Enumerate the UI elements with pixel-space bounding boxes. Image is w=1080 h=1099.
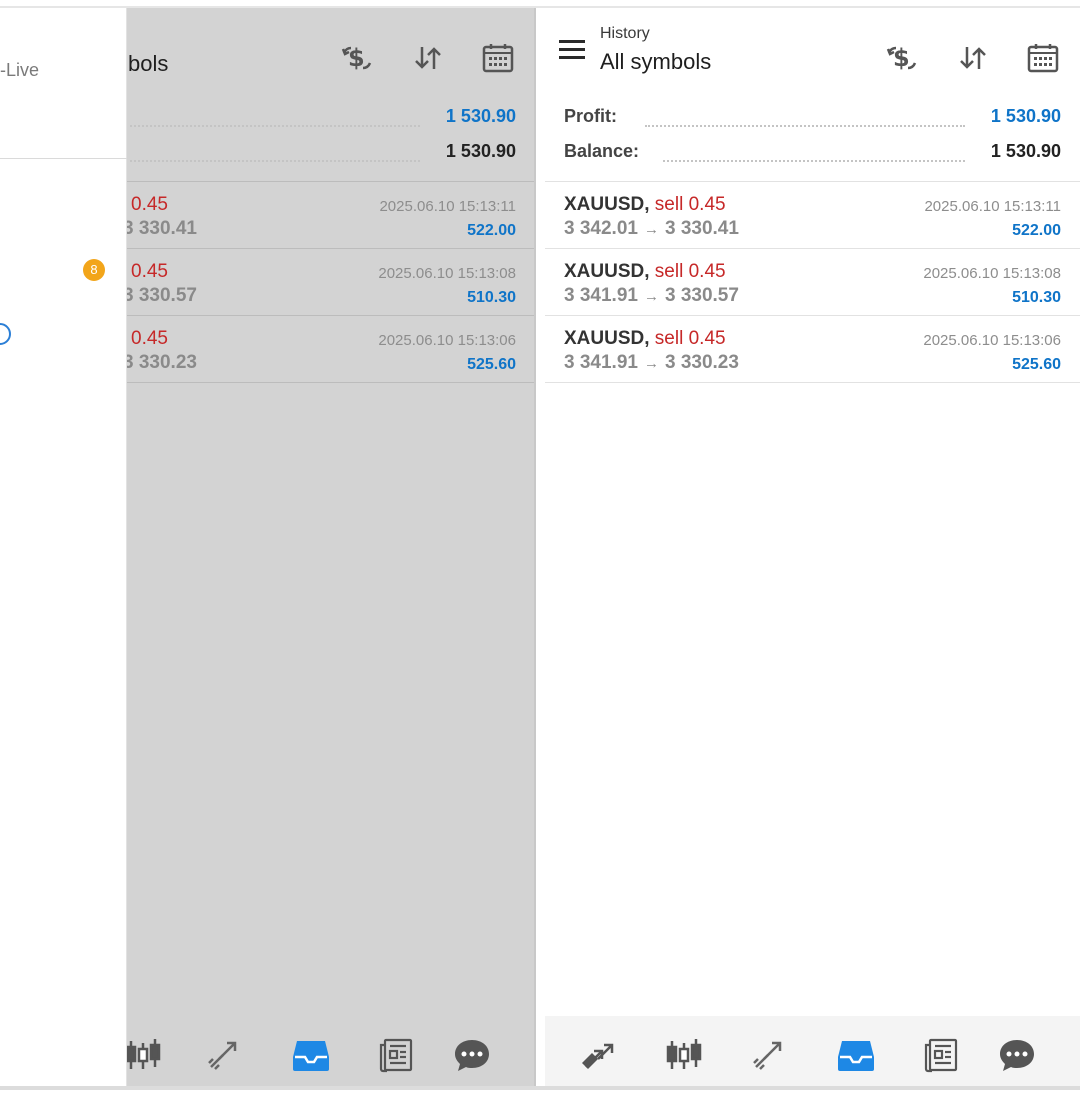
calendar-icon[interactable]: [1023, 38, 1063, 78]
list-divider: [545, 382, 1080, 383]
chat-icon[interactable]: [986, 1024, 1048, 1086]
profit-row: Profit: 1 530.90: [545, 106, 1080, 136]
notification-badge: 8: [83, 259, 105, 281]
deal-symbol: XAUUSD,: [564, 194, 650, 215]
profit-value: 1 530.90: [445, 106, 516, 126]
deal-open-price: 3 341.91: [564, 285, 638, 306]
info-icon[interactable]: [0, 323, 11, 345]
deal-symbol: XAUUSD,: [564, 328, 650, 349]
calendar-icon[interactable]: [478, 38, 518, 78]
news-icon[interactable]: [366, 1024, 428, 1086]
deal-prices: 3 330.23: [123, 352, 197, 373]
deal-prices: 3 330.41: [123, 218, 197, 239]
currency-icon[interactable]: $: [337, 38, 377, 78]
deal-close-price: 3 330.41: [664, 218, 739, 239]
left-screen-dimmed: bols $ 1 530.90 1 530.90 0.45 3 330.41 2…: [0, 8, 535, 1086]
balance-label: Balance:: [564, 141, 640, 161]
deal-volume: 0.45: [688, 194, 726, 215]
deal-profit: 525.60: [467, 356, 516, 373]
arrow-right-icon: →: [643, 221, 659, 238]
list-item[interactable]: XAUUSD, sell 0.45 3 342.01 → 3 330.41 2025…: [545, 194, 1080, 260]
panel-divider: [534, 8, 536, 1086]
list-divider: [545, 181, 1080, 182]
deal-open-price: 3 342.01: [564, 218, 638, 239]
deal-time: 2025.06.10 15:13:06: [923, 332, 1061, 349]
chart-icon[interactable]: [653, 1024, 715, 1086]
account-name[interactable]: -Live: [0, 60, 39, 81]
deal-volume: 0.45: [131, 194, 168, 215]
page-title: bols: [128, 51, 169, 76]
deal-prices: 3 330.57: [123, 285, 197, 306]
sort-icon[interactable]: [953, 38, 993, 78]
deal-close-price: 3 330.57: [664, 285, 739, 306]
chat-icon[interactable]: [441, 1024, 503, 1086]
deal-profit: 510.30: [467, 289, 516, 306]
deal-symbol: XAUUSD,: [564, 261, 650, 282]
deal-volume: 0.45: [688, 261, 726, 282]
arrow-right-icon: →: [643, 355, 659, 372]
navigation-drawer[interactable]: -Live 8: [0, 8, 127, 1086]
deal-side: sell: [654, 194, 684, 215]
deal-volume: 0.45: [131, 261, 168, 282]
deal-volume: 0.45: [688, 328, 726, 349]
list-divider: [545, 248, 1080, 249]
deal-time: 2025.06.10 15:13:11: [379, 198, 516, 215]
profit-value: 1 530.90: [990, 106, 1061, 126]
right-history-screen: History All symbols $ Profit: 1 530.90 B…: [545, 8, 1080, 1086]
trade-icon[interactable]: [739, 1024, 801, 1086]
currency-icon[interactable]: $: [882, 38, 922, 78]
history-icon[interactable]: [825, 1024, 887, 1086]
quotes-icon[interactable]: [567, 1024, 629, 1086]
deal-side: sell: [654, 261, 684, 282]
deal-time: 2025.06.10 15:13:11: [924, 198, 1061, 215]
arrow-right-icon: →: [643, 288, 659, 305]
deal-profit: 525.60: [1012, 356, 1061, 373]
page-subtitle: History: [600, 25, 650, 42]
menu-icon[interactable]: [559, 38, 587, 60]
page-title[interactable]: All symbols: [600, 49, 711, 75]
deal-profit: 510.30: [1012, 289, 1061, 306]
deal-side: sell: [654, 328, 684, 349]
deal-volume: 0.45: [131, 328, 168, 349]
sort-icon[interactable]: [408, 38, 448, 78]
news-icon[interactable]: [911, 1024, 973, 1086]
deal-open-price: 3 341.91: [564, 352, 638, 373]
balance-row: Balance: 1 530.90: [545, 141, 1080, 171]
list-item[interactable]: XAUUSD, sell 0.45 3 341.91 → 3 330.23 2025…: [545, 328, 1080, 394]
bottom-navigation: [545, 1016, 1080, 1086]
balance-value: 1 530.90: [990, 141, 1061, 161]
balance-value: 1 530.90: [445, 141, 516, 161]
dot-leader: [130, 160, 420, 162]
profit-label: Profit:: [564, 106, 617, 126]
list-item[interactable]: XAUUSD, sell 0.45 3 341.91 → 3 330.57 2025…: [545, 261, 1080, 327]
deal-time: 2025.06.10 15:13:08: [923, 265, 1061, 282]
dot-leader: [663, 160, 965, 162]
history-icon[interactable]: [280, 1024, 342, 1086]
deal-time: 2025.06.10 15:13:06: [378, 332, 516, 349]
deal-profit: 522.00: [467, 222, 516, 239]
dot-leader: [130, 125, 420, 127]
dot-leader: [645, 125, 965, 127]
deal-close-price: 3 330.23: [664, 352, 739, 373]
drawer-divider: [0, 158, 127, 159]
trade-icon[interactable]: [194, 1024, 256, 1086]
page-bottom-line: [0, 1086, 1080, 1090]
deal-profit: 522.00: [1012, 222, 1061, 239]
deal-time: 2025.06.10 15:13:08: [378, 265, 516, 282]
list-divider: [545, 315, 1080, 316]
